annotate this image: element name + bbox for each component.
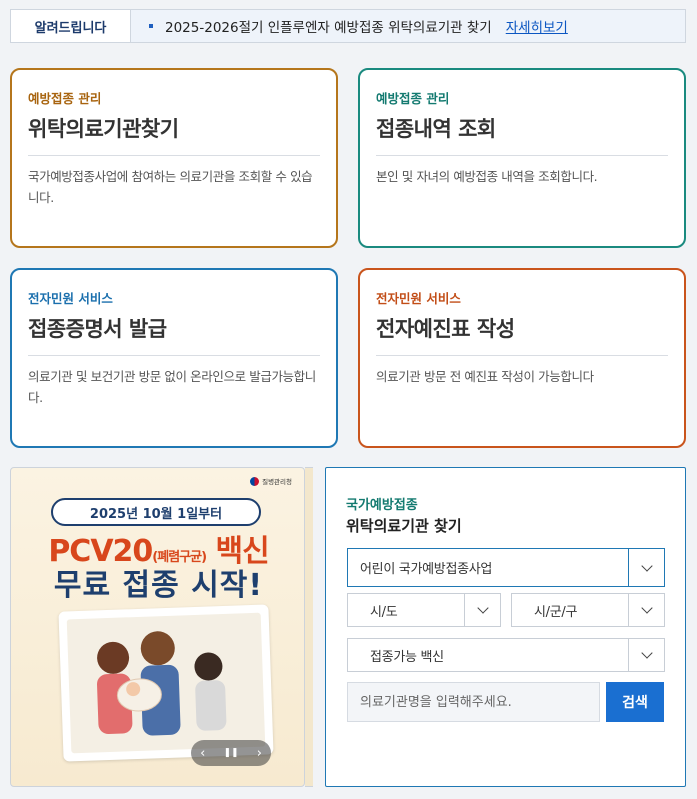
next-banner-peek	[305, 467, 313, 787]
sido-select[interactable]: 시/도	[347, 593, 501, 627]
program-select[interactable]: 어린이 국가예방접종사업	[347, 548, 665, 587]
notice-text[interactable]: 2025-2026절기 인플루엔자 예방접종 위탁의료기관 찾기	[165, 16, 492, 36]
family-figures-icon	[97, 631, 227, 736]
vaccine-select-value: 접종가능 백신	[370, 649, 444, 665]
chevron-down-icon	[628, 639, 664, 671]
card-category: 전자민원 서비스	[28, 291, 113, 306]
notice-label: 알려드립니다	[11, 10, 131, 42]
carousel-next-icon[interactable]: ›	[253, 746, 266, 761]
card-find-institution[interactable]: 예방접종 관리 위탁의료기관찾기 국가예방접종사업에 참여하는 의료기관을 조회…	[10, 68, 338, 248]
bullet-icon	[149, 24, 153, 28]
institution-name-input[interactable]	[347, 682, 600, 722]
search-title: 위탁의료기관 찾기	[346, 517, 462, 535]
agency-logo: 질병관리청	[250, 476, 292, 486]
institution-search-panel: 국가예방접종 위탁의료기관 찾기 어린이 국가예방접종사업 시/도 시/군/구 …	[325, 467, 686, 787]
notice-content: 2025-2026절기 인플루엔자 예방접종 위탁의료기관 찾기 자세히보기	[131, 16, 568, 36]
card-e-questionnaire[interactable]: 전자민원 서비스 전자예진표 작성 의료기관 방문 전 예진표 작성이 가능합니…	[358, 268, 686, 448]
promo-banner[interactable]: 질병관리청 2025년 10월 1일부터 PCV20(폐렴구균) 백신 무료 접…	[10, 467, 305, 787]
card-title: 전자예진표 작성	[376, 313, 668, 356]
search-subtitle: 국가예방접종	[346, 498, 418, 513]
card-certificate-issue[interactable]: 전자민원 서비스 접종증명서 발급 의료기관 및 보건기관 방문 없이 온라인으…	[10, 268, 338, 448]
card-title: 접종증명서 발급	[28, 313, 320, 356]
card-title: 접종내역 조회	[376, 113, 668, 156]
sigungu-select-value: 시/군/구	[534, 604, 578, 620]
card-category: 예방접종 관리	[28, 91, 102, 106]
sigungu-select[interactable]: 시/군/구	[511, 593, 665, 627]
family-illustration	[58, 604, 274, 762]
card-category: 전자민원 서비스	[376, 291, 461, 306]
chevron-down-icon	[464, 594, 500, 626]
notice-bar: 알려드립니다 2025-2026절기 인플루엔자 예방접종 위탁의료기관 찾기 …	[10, 9, 686, 43]
banner-date: 2025년 10월 1일부터	[51, 498, 261, 526]
chevron-down-icon	[628, 594, 664, 626]
carousel-prev-icon[interactable]: ‹	[196, 746, 209, 761]
agency-name: 질병관리청	[262, 478, 292, 486]
card-description: 의료기관 및 보건기관 방문 없이 온라인으로 발급가능합니다.	[28, 369, 316, 405]
carousel-pause-icon[interactable]: ❚❚	[219, 748, 242, 758]
card-category: 예방접종 관리	[376, 91, 450, 106]
taegeuk-icon	[250, 476, 260, 486]
carousel-controls: ‹ ❚❚ ›	[191, 740, 271, 766]
card-description: 본인 및 자녀의 예방접종 내역을 조회합니다.	[376, 169, 598, 184]
search-button[interactable]: 검색	[606, 682, 664, 722]
notice-more-link[interactable]: 자세히보기	[506, 16, 568, 36]
program-select-value: 어린이 국가예방접종사업	[360, 562, 493, 577]
sido-select-value: 시/도	[370, 604, 398, 620]
card-title: 위탁의료기관찾기	[28, 113, 320, 156]
card-description: 의료기관 방문 전 예진표 작성이 가능합니다	[376, 369, 594, 384]
chevron-down-icon	[628, 549, 664, 586]
vaccine-select[interactable]: 접종가능 백신	[347, 638, 665, 672]
card-vaccination-history[interactable]: 예방접종 관리 접종내역 조회 본인 및 자녀의 예방접종 내역을 조회합니다.	[358, 68, 686, 248]
banner-headline-2: 무료 접종 시작!	[53, 568, 264, 603]
card-description: 국가예방접종사업에 참여하는 의료기관을 조회할 수 있습니다.	[28, 169, 313, 205]
